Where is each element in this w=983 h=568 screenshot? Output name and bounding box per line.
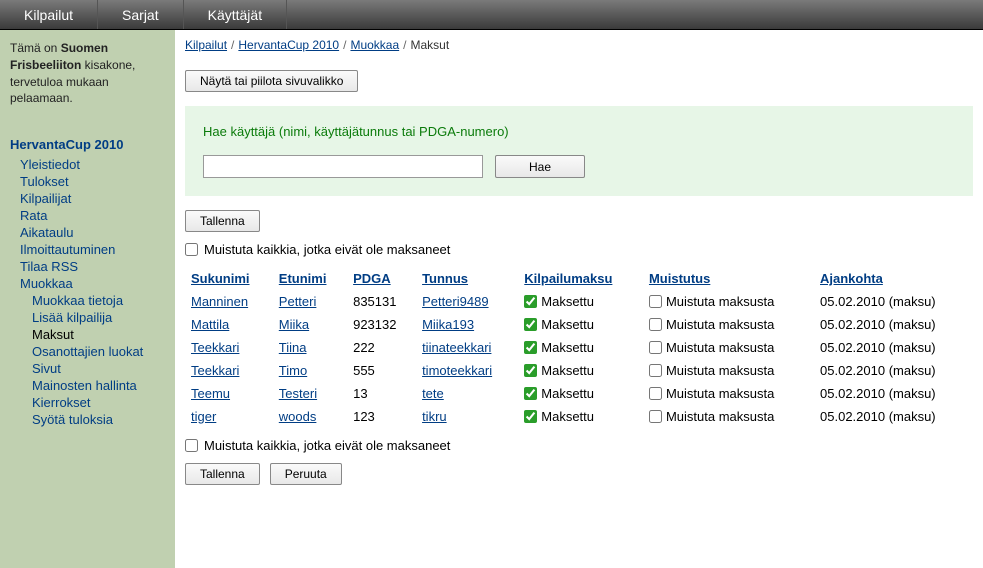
- username-link[interactable]: tete: [422, 386, 444, 401]
- save-button-top[interactable]: Tallenna: [185, 210, 260, 232]
- nav-item[interactable]: Ilmoittautuminen: [10, 241, 165, 258]
- pdga-cell: 123: [347, 405, 416, 428]
- column-header[interactable]: PDGA: [347, 267, 416, 290]
- search-box: Hae käyttäjä (nimi, käyttäjätunnus tai P…: [185, 106, 973, 196]
- nav-subitem[interactable]: Muokkaa tietoja: [10, 292, 165, 309]
- nav-subitem[interactable]: Osanottajien luokat: [10, 343, 165, 360]
- pdga-cell: 222: [347, 336, 416, 359]
- pdga-cell: 13: [347, 382, 416, 405]
- breadcrumb-current: Maksut: [411, 38, 450, 52]
- username-link[interactable]: Miika193: [422, 317, 474, 332]
- save-button-bottom[interactable]: Tallenna: [185, 463, 260, 485]
- paid-checkbox[interactable]: [524, 295, 537, 308]
- lastname-link[interactable]: Manninen: [191, 294, 248, 309]
- remind-all-label: Muistuta kaikkia, jotka eivät ole maksan…: [204, 438, 450, 453]
- column-header[interactable]: Tunnus: [416, 267, 518, 290]
- firstname-link[interactable]: Petteri: [279, 294, 317, 309]
- intro-text: Tämä on Suomen Frisbeeliiton kisakone, t…: [10, 40, 165, 107]
- main-content: Kilpailut/HervantaCup 2010/Muokkaa/Maksu…: [175, 30, 983, 568]
- column-header[interactable]: Kilpailumaksu: [518, 267, 643, 290]
- lastname-link[interactable]: Teekkari: [191, 340, 239, 355]
- paid-checkbox[interactable]: [524, 364, 537, 377]
- table-row: TeekkariTiina222tiinateekkariMaksettuMui…: [185, 336, 973, 359]
- nav-item[interactable]: Rata: [10, 207, 165, 224]
- table-row: TeekkariTimo555timoteekkariMaksettuMuist…: [185, 359, 973, 382]
- nav-subitem[interactable]: Maksut: [10, 326, 165, 343]
- time-cell: 05.02.2010 (maksu): [814, 313, 973, 336]
- time-cell: 05.02.2010 (maksu): [814, 382, 973, 405]
- pdga-cell: 835131: [347, 290, 416, 313]
- payments-table: SukunimiEtunimiPDGATunnusKilpailumaksuMu…: [185, 267, 973, 428]
- time-cell: 05.02.2010 (maksu): [814, 405, 973, 428]
- username-link[interactable]: tikru: [422, 409, 447, 424]
- nav-item[interactable]: Tilaa RSS: [10, 258, 165, 275]
- breadcrumb-link[interactable]: Muokkaa: [350, 38, 399, 52]
- table-row: tigerwoods123tikruMaksettuMuistuta maksu…: [185, 405, 973, 428]
- topnav-kilpailut[interactable]: Kilpailut: [0, 0, 98, 29]
- nav-subitem[interactable]: Syötä tuloksia: [10, 411, 165, 428]
- username-link[interactable]: Petteri9489: [422, 294, 489, 309]
- nav-item[interactable]: Muokkaa: [10, 275, 165, 292]
- table-row: MattilaMiika923132Miika193MaksettuMuistu…: [185, 313, 973, 336]
- paid-checkbox[interactable]: [524, 318, 537, 331]
- firstname-link[interactable]: Testeri: [279, 386, 317, 401]
- remind-checkbox[interactable]: [649, 410, 662, 423]
- firstname-link[interactable]: Miika: [279, 317, 309, 332]
- top-nav: KilpailutSarjatKäyttäjät: [0, 0, 983, 30]
- remind-checkbox[interactable]: [649, 387, 662, 400]
- remind-all-label: Muistuta kaikkia, jotka eivät ole maksan…: [204, 242, 450, 257]
- nav-subitem[interactable]: Sivut: [10, 360, 165, 377]
- remind-checkbox[interactable]: [649, 341, 662, 354]
- lastname-link[interactable]: Teemu: [191, 386, 230, 401]
- column-header[interactable]: Muistutus: [643, 267, 814, 290]
- column-header[interactable]: Etunimi: [273, 267, 347, 290]
- nav-item[interactable]: Aikataulu: [10, 224, 165, 241]
- paid-checkbox[interactable]: [524, 410, 537, 423]
- firstname-link[interactable]: woods: [279, 409, 317, 424]
- topnav-sarjat[interactable]: Sarjat: [98, 0, 184, 29]
- sidebar: Tämä on Suomen Frisbeeliiton kisakone, t…: [0, 30, 175, 568]
- column-header[interactable]: Sukunimi: [185, 267, 273, 290]
- paid-checkbox[interactable]: [524, 387, 537, 400]
- lastname-link[interactable]: Teekkari: [191, 363, 239, 378]
- search-input[interactable]: [203, 155, 483, 178]
- time-cell: 05.02.2010 (maksu): [814, 336, 973, 359]
- username-link[interactable]: tiinateekkari: [422, 340, 491, 355]
- nav-item[interactable]: Yleistiedot: [10, 156, 165, 173]
- nav-subitem[interactable]: Kierrokset: [10, 394, 165, 411]
- lastname-link[interactable]: Mattila: [191, 317, 229, 332]
- toggle-sidemenu-button[interactable]: Näytä tai piilota sivuvalikko: [185, 70, 358, 92]
- remind-checkbox[interactable]: [649, 364, 662, 377]
- paid-checkbox[interactable]: [524, 341, 537, 354]
- firstname-link[interactable]: Tiina: [279, 340, 307, 355]
- table-row: ManninenPetteri835131Petteri9489Maksettu…: [185, 290, 973, 313]
- breadcrumb-link[interactable]: HervantaCup 2010: [238, 38, 339, 52]
- remind-checkbox[interactable]: [649, 318, 662, 331]
- breadcrumb: Kilpailut/HervantaCup 2010/Muokkaa/Maksu…: [185, 38, 973, 52]
- lastname-link[interactable]: tiger: [191, 409, 216, 424]
- time-cell: 05.02.2010 (maksu): [814, 290, 973, 313]
- topnav-käyttäjät[interactable]: Käyttäjät: [184, 0, 287, 29]
- nav-subitem[interactable]: Lisää kilpailija: [10, 309, 165, 326]
- search-button[interactable]: Hae: [495, 155, 585, 178]
- breadcrumb-link[interactable]: Kilpailut: [185, 38, 227, 52]
- time-cell: 05.02.2010 (maksu): [814, 359, 973, 382]
- nav-subitem[interactable]: Mainosten hallinta: [10, 377, 165, 394]
- firstname-link[interactable]: Timo: [279, 363, 307, 378]
- pdga-cell: 923132: [347, 313, 416, 336]
- username-link[interactable]: timoteekkari: [422, 363, 492, 378]
- remind-all-checkbox-top[interactable]: [185, 243, 198, 256]
- nav-item[interactable]: Tulokset: [10, 173, 165, 190]
- nav-root[interactable]: HervantaCup 2010: [10, 137, 165, 152]
- remind-all-checkbox-bottom[interactable]: [185, 439, 198, 452]
- table-row: TeemuTesteri13teteMaksettuMuistuta maksu…: [185, 382, 973, 405]
- pdga-cell: 555: [347, 359, 416, 382]
- nav-item[interactable]: Kilpailijat: [10, 190, 165, 207]
- column-header[interactable]: Ajankohta: [814, 267, 973, 290]
- search-label: Hae käyttäjä (nimi, käyttäjätunnus tai P…: [203, 124, 955, 139]
- cancel-button[interactable]: Peruuta: [270, 463, 342, 485]
- remind-checkbox[interactable]: [649, 295, 662, 308]
